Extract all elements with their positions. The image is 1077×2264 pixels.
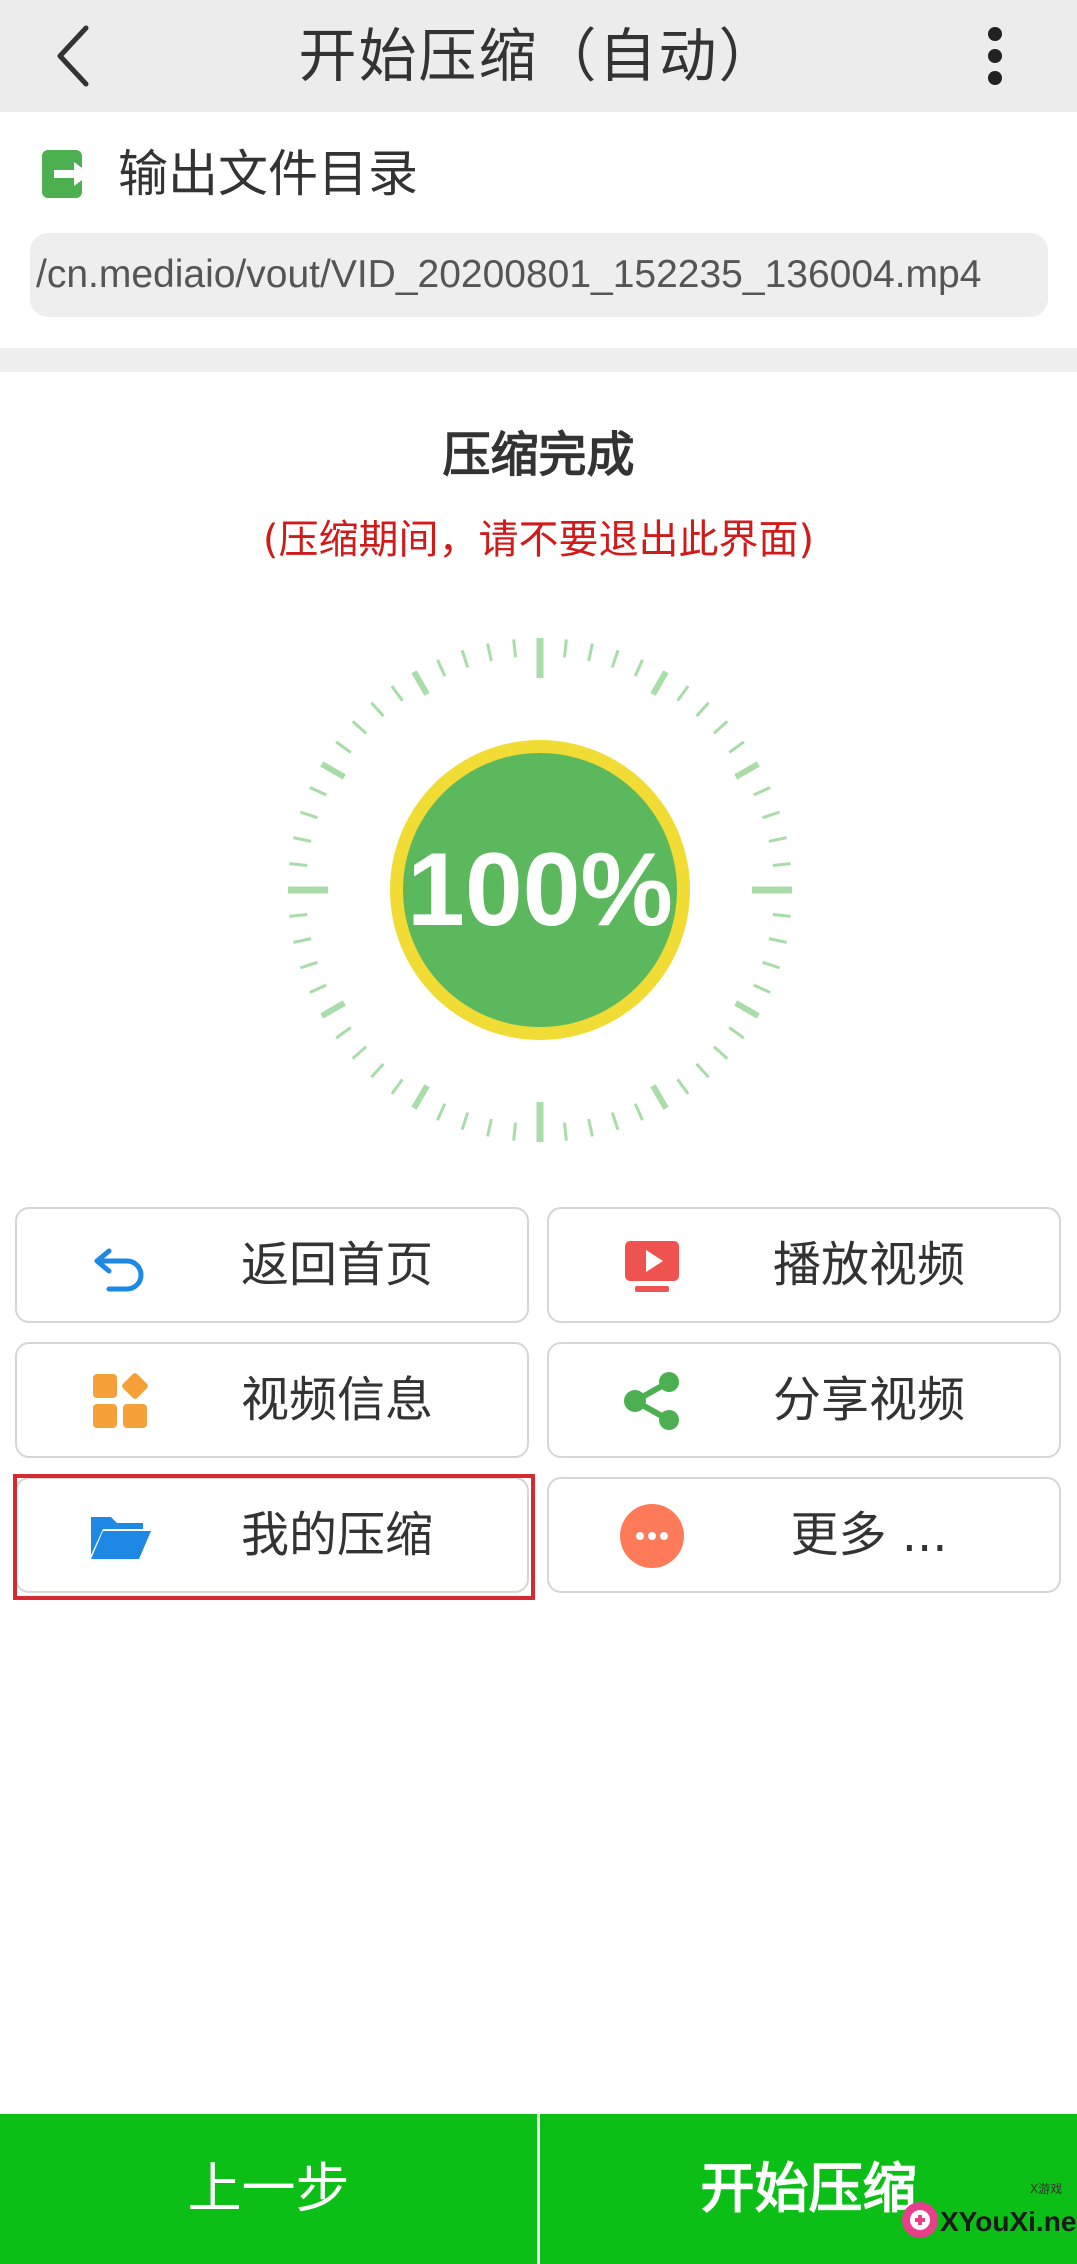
dial-tick — [728, 1026, 745, 1040]
dial-tick — [370, 1062, 385, 1079]
dial-tick — [562, 1122, 568, 1141]
dial-tick — [772, 862, 791, 868]
play-video-label: 播放视频 — [772, 1237, 965, 1293]
more-label: 更多 ... — [790, 1507, 948, 1563]
back-button[interactable] — [40, 16, 112, 96]
dial-tick — [768, 836, 787, 843]
status-title: 压缩完成 — [442, 427, 635, 483]
dial-tick — [335, 740, 352, 754]
status-warning-note: (压缩期间，请不要退出此界面) — [262, 517, 815, 563]
more-vert-icon — [988, 27, 1002, 85]
more-button[interactable]: 更多 ... — [547, 1477, 1061, 1593]
dial-tick — [351, 720, 368, 735]
dial-tick — [293, 836, 312, 843]
dial-tick — [587, 643, 594, 662]
more-horiz-icon — [619, 1503, 685, 1569]
dial-tick — [610, 649, 620, 668]
dial-tick — [320, 761, 346, 780]
apps-grid-icon — [87, 1368, 153, 1434]
dial-tick — [762, 810, 781, 820]
dial-tick — [335, 1026, 352, 1040]
dial-tick — [320, 1000, 346, 1019]
dial-tick — [293, 937, 312, 944]
share-video-label: 分享视频 — [772, 1372, 965, 1428]
dial-tick — [734, 1000, 760, 1019]
dial-tick — [486, 1118, 493, 1137]
progress-percent: 100% — [407, 832, 673, 948]
dial-tick — [633, 659, 644, 677]
back-home-label: 返回首页 — [240, 1237, 433, 1293]
dial-tick — [309, 786, 327, 797]
dial-tick — [695, 1062, 710, 1079]
dial-tick — [436, 659, 447, 677]
chevron-left-icon — [57, 25, 89, 87]
dial-tick — [587, 1118, 594, 1137]
dial-tick — [289, 862, 308, 868]
dial-tick — [486, 643, 493, 662]
dial-tick — [768, 937, 787, 944]
share-icon — [619, 1368, 685, 1434]
my-compressions-button[interactable]: 我的压缩 — [15, 1477, 529, 1593]
dial-tick — [460, 1112, 470, 1131]
watermark: X游戏 XYouXi.net — [900, 2180, 1077, 2256]
dial-tick — [734, 761, 760, 780]
dial-tick — [289, 912, 308, 918]
dial-tick — [411, 670, 430, 696]
back-home-button[interactable]: 返回首页 — [15, 1207, 529, 1323]
page-title: 开始压缩（自动） — [298, 22, 779, 90]
overflow-menu-button[interactable] — [965, 20, 1025, 92]
dial-tick — [299, 810, 318, 820]
dial-tick — [712, 720, 729, 735]
dial-tick — [512, 1122, 518, 1141]
section-divider — [0, 348, 1077, 372]
video-info-label: 视频信息 — [240, 1372, 433, 1428]
dial-tick — [411, 1084, 430, 1110]
dial-tick — [299, 960, 318, 970]
dial-tick — [309, 983, 327, 994]
dial-tick — [512, 639, 518, 658]
dial-tick — [712, 1045, 729, 1060]
dial-tick — [390, 1078, 404, 1095]
video-info-button[interactable]: 视频信息 — [15, 1342, 529, 1458]
folder-open-icon — [87, 1503, 153, 1569]
play-video-button[interactable]: 播放视频 — [547, 1207, 1061, 1323]
dial-tick — [370, 701, 385, 718]
share-video-button[interactable]: 分享视频 — [547, 1342, 1061, 1458]
dial-tick — [562, 639, 568, 658]
dial-tick — [610, 1112, 620, 1131]
undo-icon — [87, 1233, 153, 1299]
dial-tick — [762, 960, 781, 970]
dial-tick — [351, 1045, 368, 1060]
dial-tick — [753, 983, 771, 994]
dial-tick — [436, 1103, 447, 1121]
watermark-top-text: X游戏 — [1030, 2182, 1063, 2196]
dial-tick — [390, 685, 404, 702]
output-path-field[interactable]: /cn.mediaio/vout/VID_20200801_152235_136… — [30, 233, 1048, 317]
dial-tick — [753, 786, 771, 797]
output-directory-section: 输出文件目录 /cn.mediaio/vout/VID_20200801_152… — [0, 112, 1077, 348]
top-app-bar: 开始压缩（自动） — [0, 0, 1077, 112]
dial-tick — [650, 670, 669, 696]
watermark-text: XYouXi.net — [940, 2206, 1077, 2237]
dial-tick — [728, 740, 745, 754]
gamepad-logo-icon — [902, 2202, 938, 2238]
dial-tick — [460, 649, 470, 668]
my-compressions-label: 我的压缩 — [240, 1507, 433, 1563]
play-video-icon — [619, 1233, 685, 1299]
output-directory-label: 输出文件目录 — [118, 145, 418, 203]
output-path-text: /cn.mediaio/vout/VID_20200801_152235_136… — [36, 253, 982, 296]
dial-tick — [676, 685, 690, 702]
dial-tick — [676, 1078, 690, 1095]
dial-tick — [650, 1084, 669, 1110]
export-icon — [40, 148, 92, 200]
previous-step-button[interactable]: 上一步 — [0, 2114, 537, 2264]
dial-tick — [633, 1103, 644, 1121]
dial-tick — [695, 701, 710, 718]
dial-tick — [772, 912, 791, 918]
